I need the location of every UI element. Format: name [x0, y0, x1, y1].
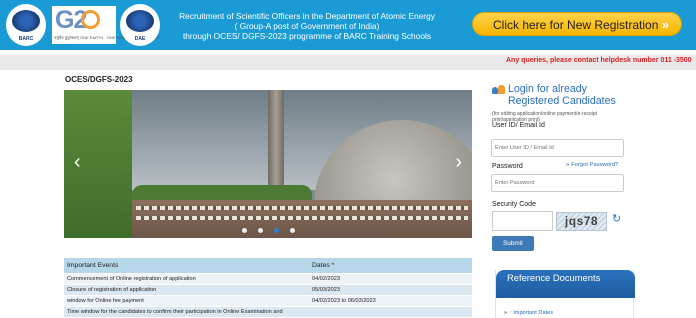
g20-logo: G2 वसुधैव कुटुम्बकम् ONE EARTH · ONE FAM…: [52, 6, 160, 44]
helpdesk-marquee: Any queries, please contact helpdesk num…: [0, 55, 696, 70]
page-title: OCES/DGFS-2023: [65, 75, 133, 84]
forgot-password-link[interactable]: » Forgot Password?: [566, 162, 618, 168]
double-chevron-right-icon: »: [566, 162, 570, 168]
carousel-dot-active[interactable]: [274, 228, 279, 233]
building-windows: [136, 206, 468, 210]
table-header-row: Important Events Dates *: [64, 258, 472, 274]
table-row: Commencement of Online registration of a…: [64, 273, 472, 285]
new-registration-button[interactable]: Click here for New Registration »: [472, 12, 682, 36]
captcha-image: jqs78: [556, 212, 607, 231]
reactor-building: [132, 200, 472, 238]
table-row: window for Online fee payment 04/02/2023…: [64, 295, 472, 307]
helpdesk-marquee-text: Any queries, please contact helpdesk num…: [506, 57, 692, 64]
column-header-dates: Dates *: [309, 258, 472, 274]
image-carousel[interactable]: ‹ ›: [64, 90, 472, 238]
atom-emblem-icon: [12, 10, 40, 32]
user-id-input[interactable]: [491, 139, 624, 157]
building-windows: [136, 216, 468, 220]
double-chevron-right-icon: »: [661, 17, 669, 32]
carousel-dot[interactable]: [242, 228, 247, 233]
dae-logo-caption: DAE: [134, 36, 146, 42]
refresh-captcha-icon[interactable]: ↻: [612, 212, 621, 225]
users-icon: [492, 85, 506, 95]
password-input[interactable]: [491, 174, 624, 192]
table-row: Closure of registration of application 0…: [64, 284, 472, 296]
g20-lotus-icon: [81, 10, 100, 29]
carousel-prev-icon[interactable]: ‹: [74, 152, 81, 172]
heading-line-3: through OCES/ DGFS-2023 programme of BAR…: [182, 31, 432, 41]
new-registration-label: Click here for New Registration: [493, 18, 659, 32]
security-code-label: Security Code: [492, 201, 536, 208]
login-title: Login for already Registered Candidates: [508, 83, 616, 107]
carousel-dot[interactable]: [290, 228, 295, 233]
login-note: (for editing application/online payment/…: [492, 111, 632, 129]
double-chevron-right-icon: »: [504, 310, 508, 316]
date-cell: 04/02/2023 to 06/03/2023: [309, 295, 472, 307]
date-cell: 04/02/2023: [309, 273, 472, 285]
event-cell: Commencement of Online registration of a…: [64, 273, 309, 285]
heading-line-2: ( Group-A post of Government of India): [234, 21, 380, 31]
reference-documents-heading: Reference Documents: [507, 272, 601, 283]
reference-documents-panel: Reference Documents »: Important Dates: [495, 270, 635, 318]
atom-emblem-icon: [126, 10, 154, 32]
event-cell: Closure of registration of application: [64, 284, 309, 296]
user-id-label: User ID/ Email Id: [492, 122, 545, 129]
carousel-dot[interactable]: [258, 228, 263, 233]
barc-logo-caption: BARC: [18, 36, 34, 42]
submit-button[interactable]: Submit: [492, 236, 534, 251]
important-dates-text: : Important Dates: [510, 310, 554, 316]
important-dates-link[interactable]: »: Important Dates: [504, 310, 553, 316]
barc-logo: BARC: [6, 4, 46, 46]
column-header-events: Important Events: [64, 258, 309, 274]
event-cell: Time window for the candidates to confir…: [64, 306, 309, 318]
password-label: Password: [492, 163, 523, 170]
carousel-indicators: [242, 228, 302, 234]
recruitment-heading: Recruitment of Scientific Officers in th…: [172, 11, 442, 41]
date-cell: [309, 306, 472, 318]
carousel-next-icon[interactable]: ›: [455, 152, 462, 172]
table-row: Time window for the candidates to confir…: [64, 306, 472, 318]
header-banner: BARC G2 वसुधैव कुटुम्बकम् ONE EARTH · ON…: [0, 0, 696, 50]
important-events-table: Important Events Dates * Commencement of…: [64, 258, 472, 318]
dae-logo: DAE: [120, 4, 160, 46]
date-cell: 05/03/2023: [309, 284, 472, 296]
security-code-input[interactable]: [492, 211, 553, 231]
forgot-password-text: Forgot Password?: [571, 162, 619, 168]
heading-line-1: Recruitment of Scientific Officers in th…: [179, 11, 435, 21]
event-cell: window for Online fee payment: [64, 295, 309, 307]
reference-documents-title: Reference Documents: [496, 270, 635, 298]
